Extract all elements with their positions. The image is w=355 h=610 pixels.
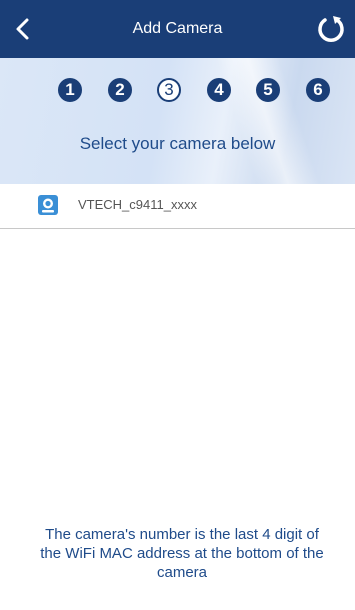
step-1: 1 <box>58 78 82 102</box>
mac-address-hint: The camera's number is the last 4 digit … <box>0 525 355 582</box>
step-4: 4 <box>207 78 231 102</box>
step-2: 2 <box>108 78 132 102</box>
refresh-button[interactable] <box>315 14 347 46</box>
step-indicator: 1 2 3 4 5 6 <box>0 78 355 104</box>
step-3: 3 <box>157 78 181 102</box>
header-bar: Add Camera <box>0 0 355 58</box>
hint-line-2: the WiFi MAC address at the bottom of th… <box>40 545 324 562</box>
camera-icon <box>38 195 58 215</box>
hint-line-3: camera <box>156 564 208 581</box>
step-5: 5 <box>256 78 280 102</box>
hint-line-1: The camera's number is the last 4 digit … <box>45 526 319 543</box>
step-6: 6 <box>306 78 330 102</box>
refresh-icon <box>318 16 344 42</box>
camera-list-item[interactable]: VTECH_c9411_xxxx <box>0 184 355 229</box>
back-button[interactable] <box>14 16 44 46</box>
add-camera-screen: Add Camera 1 2 3 4 5 6 Select your camera bel… <box>0 0 355 610</box>
banner-decoration <box>213 58 327 184</box>
step-banner: 1 2 3 4 5 6 Select your camera below <box>0 58 355 184</box>
camera-name: VTECH_c9411_xxxx <box>78 197 197 212</box>
instruction-text: Select your camera below <box>79 134 276 153</box>
chevron-left-icon <box>16 18 29 40</box>
camera-list-empty-area <box>0 229 355 519</box>
page-title: Add Camera <box>132 20 223 37</box>
